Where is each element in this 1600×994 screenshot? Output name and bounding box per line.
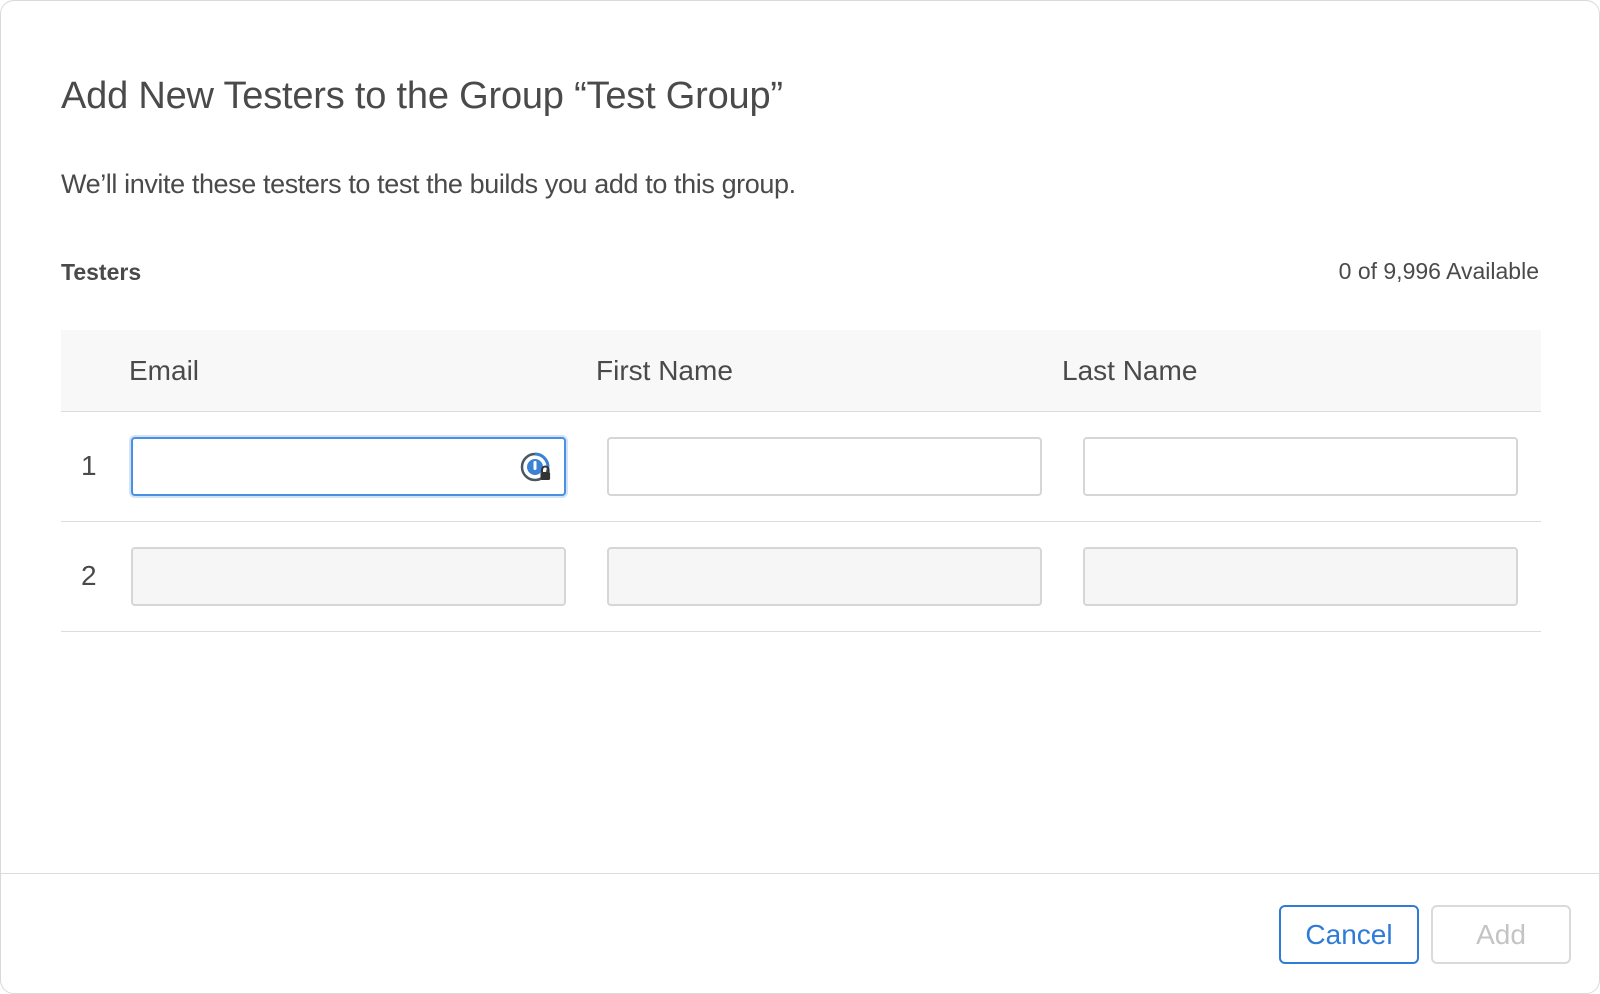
last-name-field[interactable] <box>1083 547 1518 606</box>
table-row: 1 <box>61 412 1541 522</box>
available-count: 0 of 9,996 Available <box>1338 258 1539 284</box>
add-button[interactable]: Add <box>1431 905 1571 964</box>
table-header: Email First Name Last Name <box>61 330 1541 412</box>
row-number: 2 <box>81 560 97 591</box>
header-first-name: First Name <box>596 355 733 386</box>
password-manager-icon[interactable] <box>520 451 554 485</box>
header-last-name: Last Name <box>1062 355 1198 386</box>
email-field[interactable] <box>131 547 566 606</box>
dialog-subtitle: We’ll invite these testers to test the b… <box>61 169 796 199</box>
row-number: 1 <box>81 450 97 481</box>
testers-table: Email First Name Last Name 1 2 <box>61 330 1541 632</box>
first-name-field[interactable] <box>607 547 1042 606</box>
testers-label: Testers <box>61 259 142 285</box>
dialog-title: Add New Testers to the Group “Test Group… <box>61 75 783 117</box>
last-name-field[interactable] <box>1083 437 1518 496</box>
cancel-button[interactable]: Cancel <box>1279 905 1419 964</box>
header-email: Email <box>129 355 200 386</box>
footer-divider <box>1 873 1599 874</box>
first-name-field[interactable] <box>607 437 1042 496</box>
add-testers-dialog: Add New Testers to the Group “Test Group… <box>0 0 1600 994</box>
email-field[interactable] <box>131 437 566 496</box>
table-row: 2 <box>61 522 1541 632</box>
